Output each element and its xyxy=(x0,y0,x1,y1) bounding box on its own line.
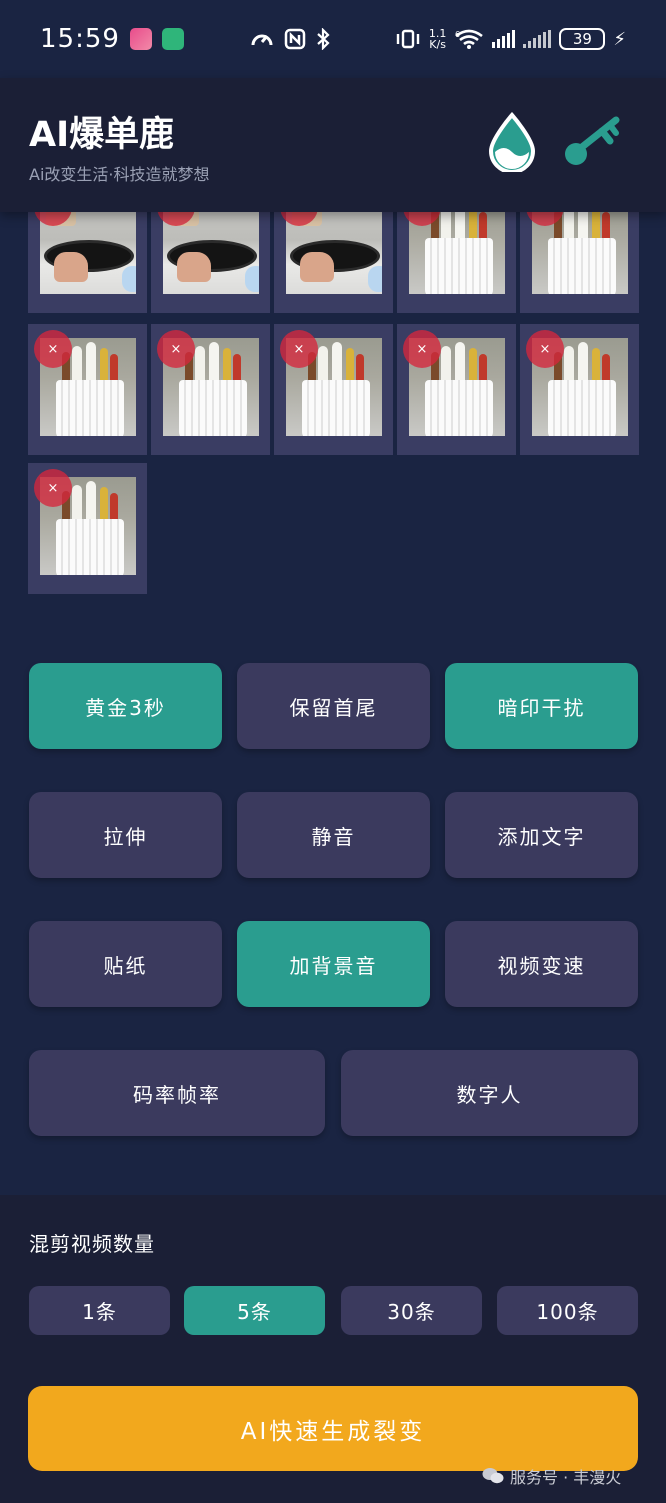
option-add-text[interactable]: 添加文字 xyxy=(445,792,638,878)
count-option-5[interactable]: 5条 xyxy=(184,1286,325,1335)
option-stretch[interactable]: 拉伸 xyxy=(29,792,222,878)
count-option-30[interactable]: 30条 xyxy=(341,1286,482,1335)
wifi-icon: 6 xyxy=(455,29,484,49)
count-option-1[interactable]: 1条 xyxy=(29,1286,170,1335)
app-badge-icon xyxy=(129,28,152,50)
net-speed-unit: K/s xyxy=(429,38,446,51)
delete-icon[interactable]: × xyxy=(526,330,564,368)
option-mute[interactable]: 静音 xyxy=(237,792,430,878)
option-bgm[interactable]: 加背景音 xyxy=(237,921,430,1007)
bluetooth-icon xyxy=(317,28,330,50)
delete-icon[interactable]: × xyxy=(34,469,72,507)
option-watermark-interference[interactable]: 暗印干扰 xyxy=(445,663,638,749)
status-right-icons: 1.1 K/s 6 39 ⚡ xyxy=(395,28,626,50)
watermark: 服务号 · 丰漫火 xyxy=(482,1464,621,1488)
vibrate-icon xyxy=(396,29,420,49)
delete-icon[interactable]: × xyxy=(280,330,318,368)
mi-home-icon xyxy=(161,28,184,50)
battery-indicator: 39 xyxy=(559,28,606,50)
mix-count-label: 混剪视频数量 xyxy=(29,1232,155,1256)
delete-icon[interactable]: × xyxy=(403,330,441,368)
nfc-icon xyxy=(284,28,306,50)
wifi-label: 6 xyxy=(455,30,460,39)
wechat-icon xyxy=(482,1468,504,1484)
option-bitrate-framerate[interactable]: 码率帧率 xyxy=(29,1050,325,1136)
status-time: 15:59 xyxy=(40,24,120,54)
count-option-100[interactable]: 100条 xyxy=(497,1286,638,1335)
net-speed: 1.1 K/s xyxy=(429,28,447,50)
signal-icon-2 xyxy=(523,30,552,48)
bottom-panel: 混剪视频数量 1条 5条 30条 100条 AI快速生成裂变 服务号 · 丰漫火 xyxy=(0,1195,666,1503)
media-thumb[interactable]: × xyxy=(274,324,393,455)
generate-button[interactable]: AI快速生成裂变 xyxy=(28,1386,638,1471)
charging-icon: ⚡ xyxy=(613,28,626,50)
media-grid: × × × × × × × × × × × xyxy=(28,190,640,600)
app-title: AI爆单鹿 xyxy=(29,115,175,155)
media-thumb[interactable]: × xyxy=(151,324,270,455)
app-header: AI爆单鹿 Ai改变生活·科技造就梦想 xyxy=(0,78,666,212)
option-sticker[interactable]: 贴纸 xyxy=(29,921,222,1007)
option-video-speed[interactable]: 视频变速 xyxy=(445,921,638,1007)
status-mid-icons xyxy=(250,28,330,50)
status-bar: 15:59 1.1 K/s 6 39 ⚡ xyxy=(0,0,666,78)
water-drop-icon[interactable] xyxy=(486,112,538,172)
media-thumb[interactable]: × xyxy=(397,324,516,455)
media-thumb[interactable]: × xyxy=(28,324,147,455)
delete-icon[interactable]: × xyxy=(34,330,72,368)
media-thumb[interactable]: × xyxy=(520,324,639,455)
option-digital-human[interactable]: 数字人 xyxy=(341,1050,638,1136)
watermark-text: 服务号 · 丰漫火 xyxy=(510,1468,622,1487)
app-subtitle: Ai改变生活·科技造就梦想 xyxy=(29,165,210,184)
option-golden-3s[interactable]: 黄金3秒 xyxy=(29,663,222,749)
media-thumb[interactable]: × xyxy=(28,463,147,594)
option-keep-ends[interactable]: 保留首尾 xyxy=(237,663,430,749)
speed-meter-icon xyxy=(251,34,273,46)
signal-icon xyxy=(492,30,516,48)
delete-icon[interactable]: × xyxy=(157,330,195,368)
key-icon[interactable] xyxy=(560,114,622,170)
